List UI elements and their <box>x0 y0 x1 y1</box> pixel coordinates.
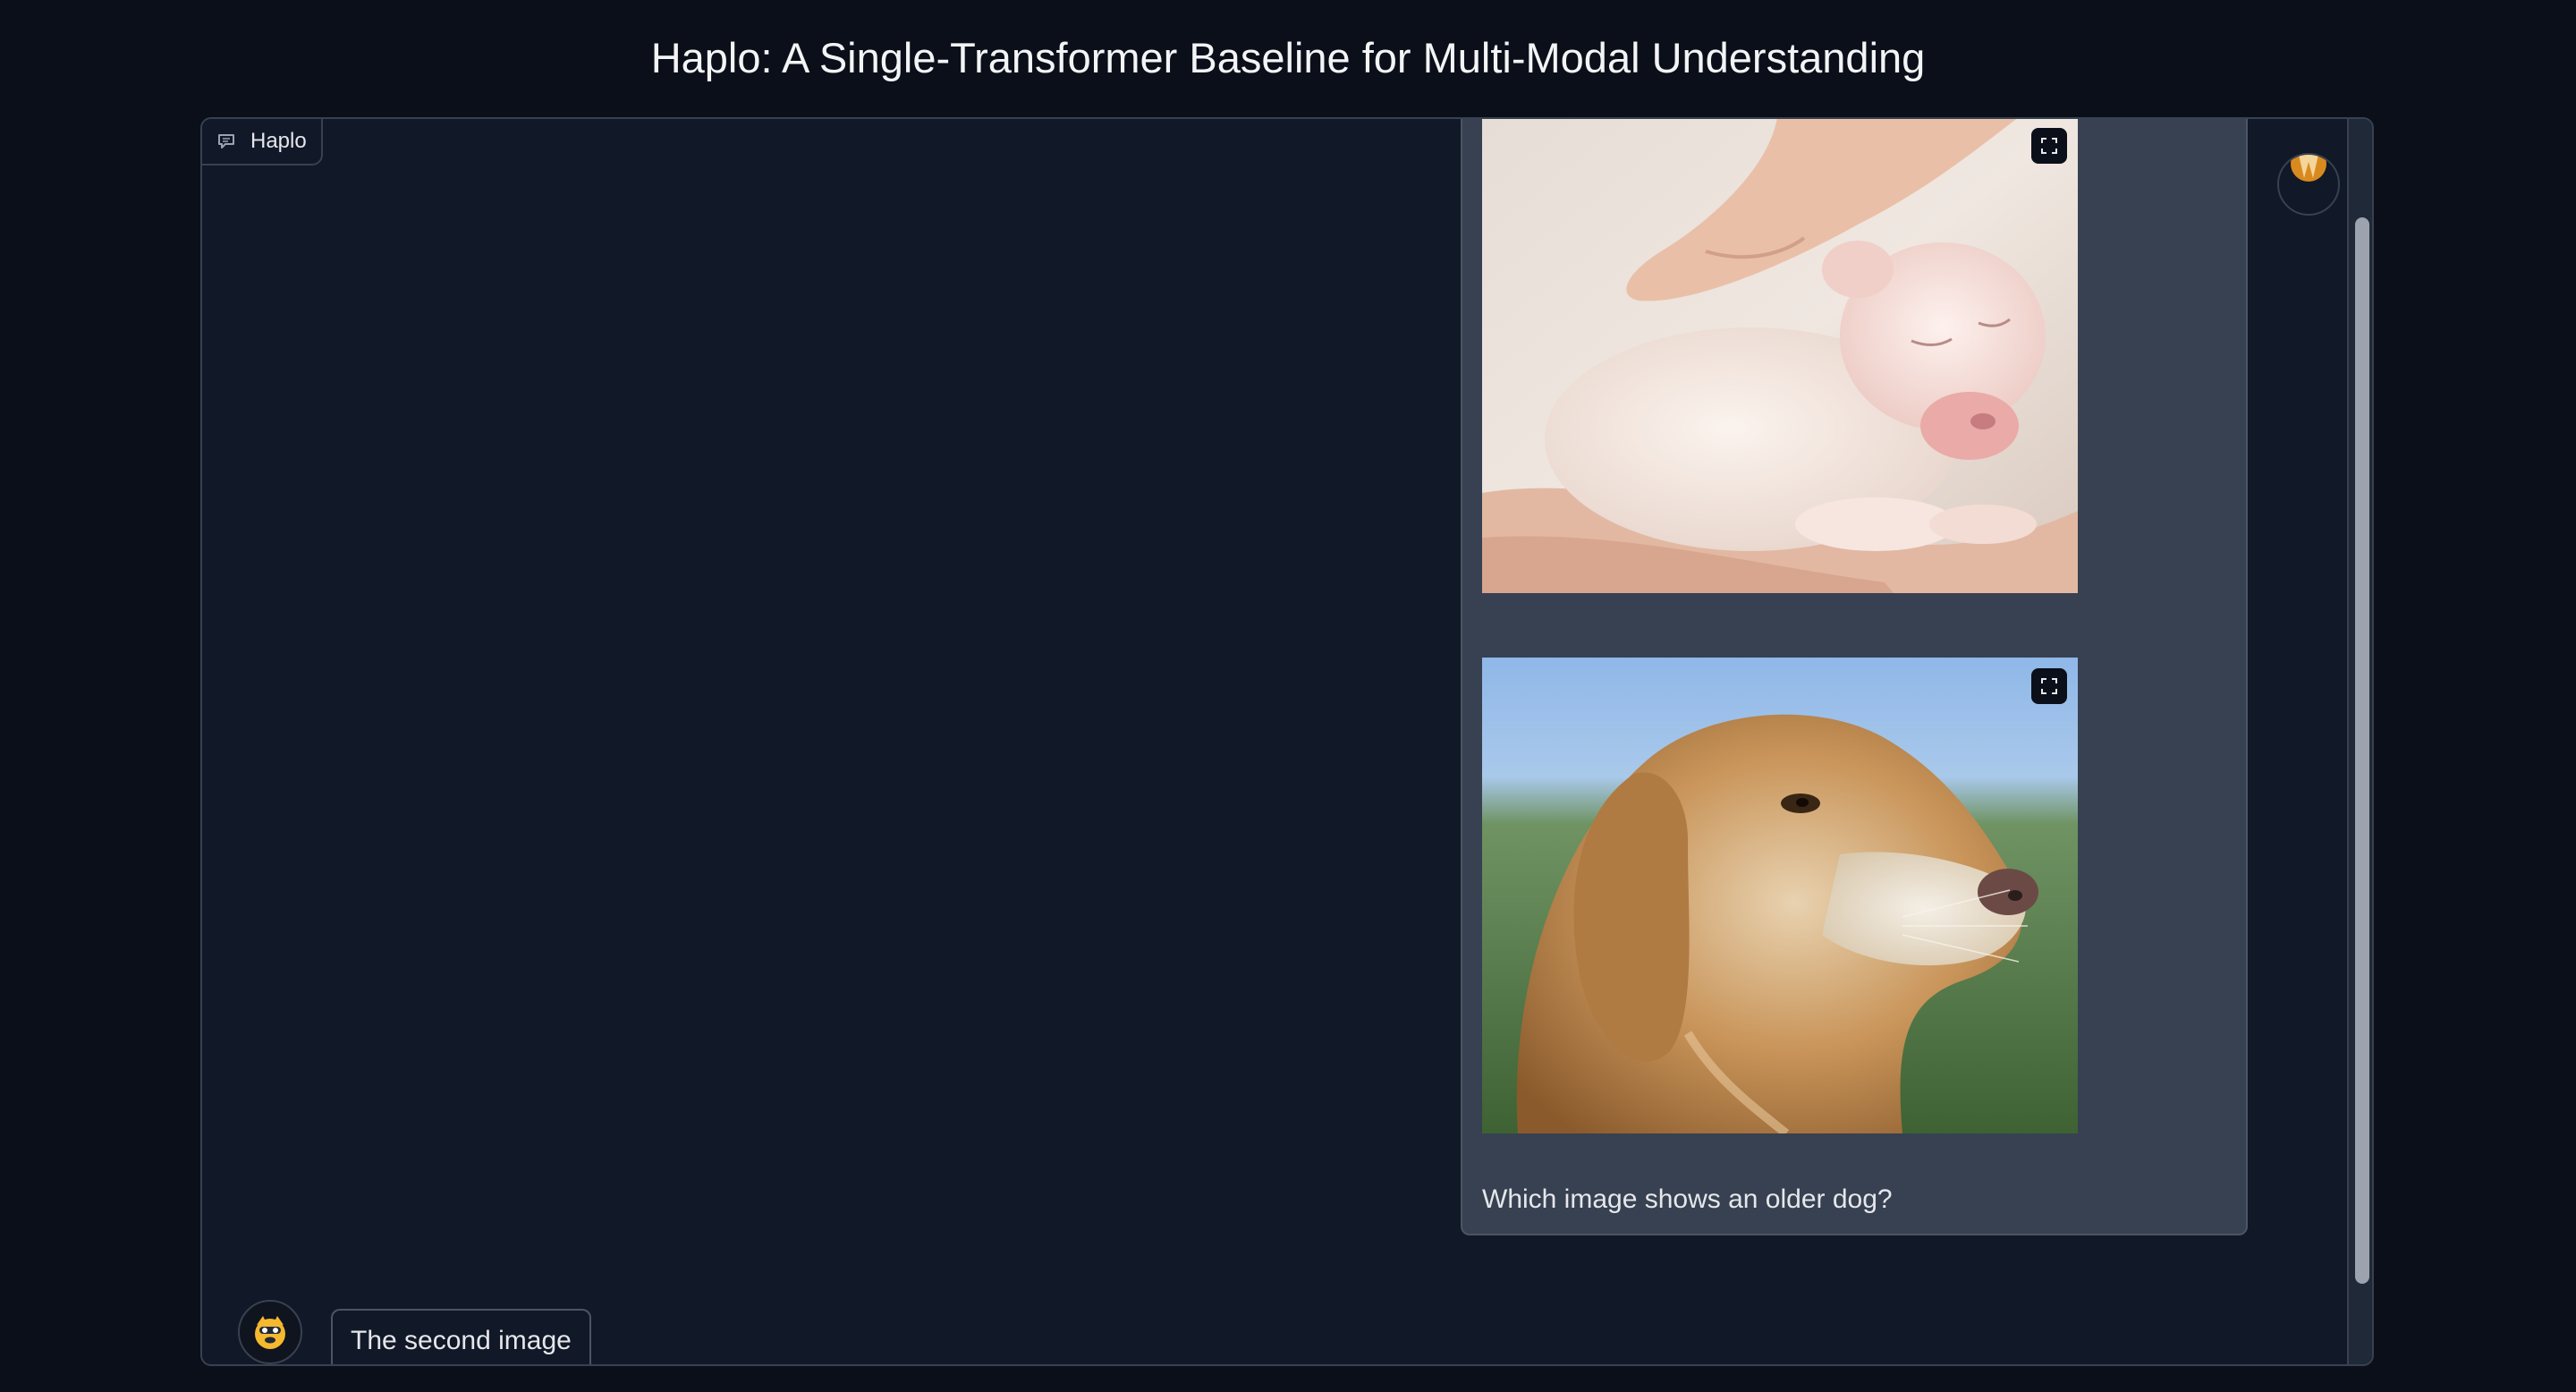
fullscreen-icon[interactable] <box>2031 128 2067 164</box>
chatbot-label: Haplo <box>202 119 323 166</box>
user-message-text: Which image shows an older dog? <box>1482 1184 1893 1214</box>
user-image-puppy[interactable] <box>1482 119 2078 593</box>
scrollbar-thumb[interactable] <box>2355 217 2369 1284</box>
chatbot-panel: Haplo Which image shows an older dog? Th… <box>200 117 2374 1366</box>
bot-message: The second image <box>331 1309 591 1364</box>
fullscreen-icon[interactable] <box>2031 668 2067 704</box>
user-avatar-icon <box>2277 153 2340 216</box>
chat-icon <box>216 132 236 151</box>
user-message: Which image shows an older dog? <box>1461 119 2248 1235</box>
chatbot-label-text: Haplo <box>250 129 307 153</box>
page-title: Haplo: A Single-Transformer Baseline for… <box>650 34 1926 81</box>
user-image-golden-retriever[interactable] <box>1482 658 2078 1133</box>
bot-avatar-icon <box>238 1300 302 1364</box>
chat-scrollbar[interactable] <box>2347 119 2372 1364</box>
